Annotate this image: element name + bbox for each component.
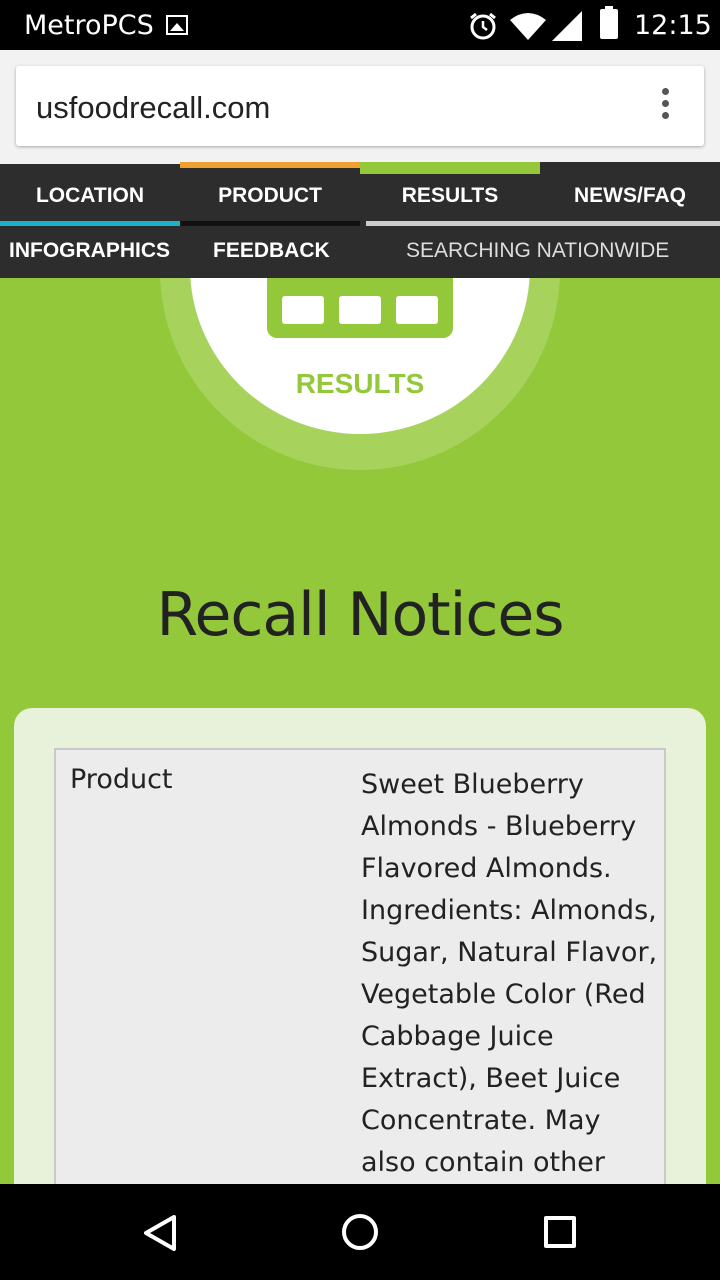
nav-infographics[interactable]: INFOGRAPHICS (9, 226, 170, 278)
address-bar[interactable]: usfoodrecall.com (16, 66, 704, 146)
secondary-nav: INFOGRAPHICS FEEDBACK SEARCHING NATIONWI… (0, 226, 720, 278)
url-text[interactable]: usfoodrecall.com (36, 90, 270, 126)
tab-location[interactable]: LOCATION (0, 162, 180, 226)
system-nav-bar (0, 1184, 720, 1280)
results-badge-label: RESULTS (295, 368, 425, 399)
clock-time: 12:15 (634, 10, 712, 41)
overflow-menu-icon[interactable] (662, 88, 670, 124)
recall-card: Product Sweet Blueberry Almonds - Bluebe… (14, 708, 706, 1184)
main-nav: LOCATION PRODUCT RESULTS NEWS/FAQ (0, 162, 720, 226)
tab-news-faq[interactable]: NEWS/FAQ (540, 162, 720, 226)
page-title: Recall Notices (156, 580, 564, 650)
status-bar: MetroPCS 12:15 (0, 0, 720, 50)
field-label-product: Product (70, 764, 173, 795)
recent-apps-icon[interactable] (544, 1216, 576, 1248)
carrier-name: MetroPCS (24, 10, 154, 41)
tab-location-label: LOCATION (35, 184, 145, 207)
home-icon[interactable] (342, 1214, 378, 1250)
battery-icon (600, 6, 618, 39)
page-content: RESULTS LOCATION PRODUCT RESULTS NEWS/FA… (0, 162, 720, 1184)
image-notification-icon (166, 15, 188, 35)
tab-results-label: RESULTS (401, 184, 499, 207)
tab-product[interactable]: PRODUCT (180, 162, 360, 226)
tab-results[interactable]: RESULTS (360, 162, 540, 226)
browser-toolbar: usfoodrecall.com (0, 50, 720, 162)
nav-feedback[interactable]: FEEDBACK (213, 226, 330, 278)
back-icon[interactable] (142, 1214, 178, 1252)
tab-news-faq-label: NEWS/FAQ (573, 184, 686, 207)
field-value-product: Sweet Blueberry Almonds - Blueberry Flav… (361, 769, 658, 1178)
signal-icon (552, 11, 582, 41)
recall-table: Product Sweet Blueberry Almonds - Bluebe… (54, 748, 666, 1184)
wifi-icon (510, 13, 546, 40)
searching-status: SEARCHING NATIONWIDE (406, 239, 670, 262)
alarm-clock-icon (470, 12, 496, 40)
tab-product-label: PRODUCT (218, 184, 322, 207)
